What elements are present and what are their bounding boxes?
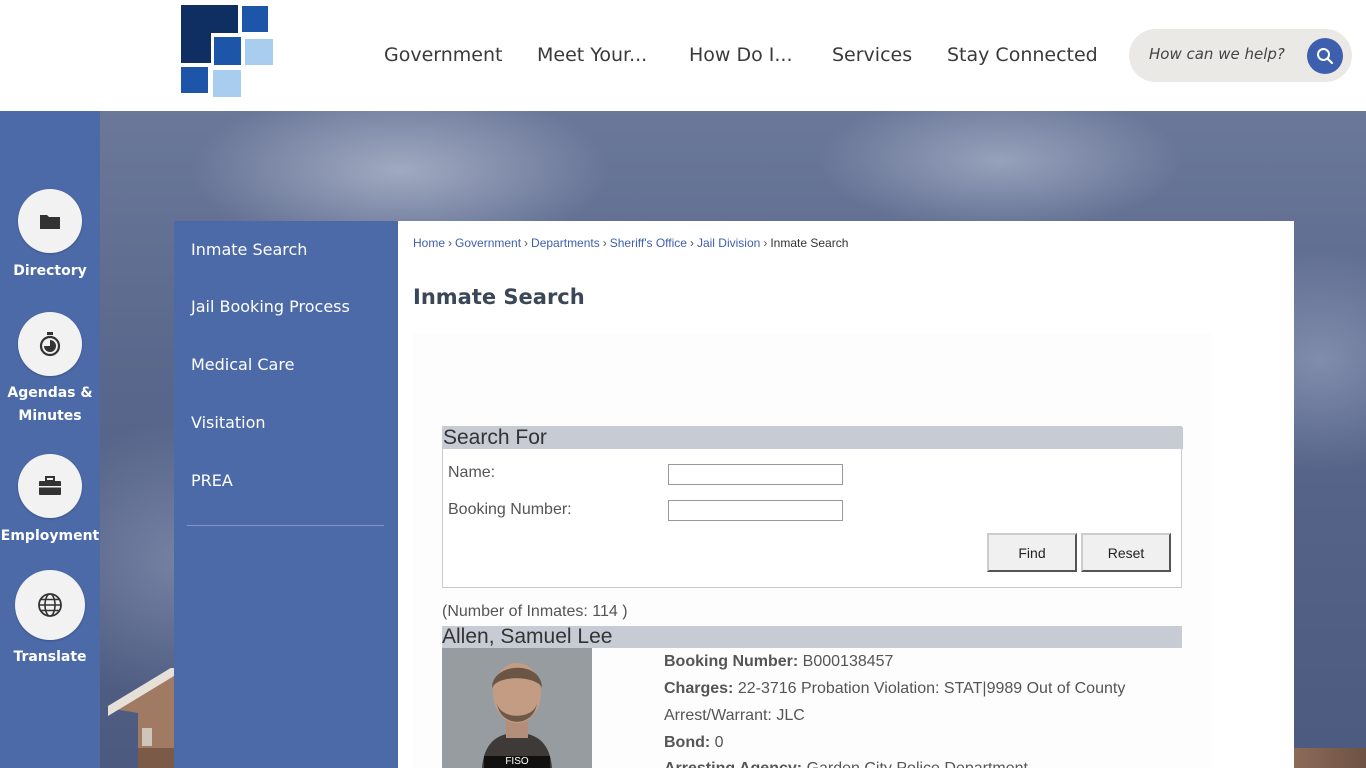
name-label: Name:	[448, 464, 496, 481]
breadcrumb-separator: ›	[602, 236, 607, 250]
quick-link-label: Translate	[13, 649, 87, 665]
nav-government[interactable]: Government	[384, 44, 503, 66]
sidenav-item-prea[interactable]: PREA	[191, 471, 233, 490]
main-content: Home › Government › Departments › Sheriff's Of…	[398, 221, 1294, 768]
quick-link-circle	[15, 570, 85, 640]
name-field[interactable]	[668, 464, 843, 485]
logo-block	[181, 67, 208, 93]
booking-number-label: Booking Number:	[448, 501, 572, 518]
nav-services[interactable]: Services	[832, 44, 912, 66]
breadcrumb-departments[interactable]: Departments	[531, 236, 600, 250]
quick-link-label: Employment	[0, 528, 100, 544]
inmate-photo[interactable]: FISO	[442, 648, 592, 768]
building-image	[1294, 748, 1366, 768]
sidenav-item-inmate-search[interactable]: Inmate Search	[191, 240, 307, 259]
quick-link-circle	[18, 312, 82, 376]
section-sidenav: Inmate Search Jail Booking Process Medic…	[174, 221, 398, 768]
booking-number-field[interactable]	[668, 500, 843, 521]
bond-detail: Bond: 0	[664, 734, 724, 752]
search-panel-heading: Search For	[443, 427, 1183, 449]
logo-block	[211, 5, 238, 33]
inmate-name-heading[interactable]: Allen, Samuel Lee	[442, 626, 1182, 648]
sidenav-item-visitation[interactable]: Visitation	[191, 413, 266, 432]
logo-block	[242, 6, 268, 32]
breadcrumb-government[interactable]: Government	[455, 236, 521, 250]
breadcrumb-home[interactable]: Home	[413, 236, 445, 250]
quick-link-circle	[18, 189, 82, 253]
quick-link-directory[interactable]: Directory	[0, 189, 100, 289]
quick-link-label: Minutes	[18, 408, 82, 424]
site-logo[interactable]	[181, 5, 273, 97]
detail-label: Charges:	[664, 680, 734, 697]
nav-how-do-i[interactable]: How Do I...	[689, 44, 793, 66]
site-search	[1129, 29, 1352, 82]
breadcrumb-sheriffs-office[interactable]: Sheriff's Office	[610, 236, 687, 250]
arresting-agency-detail: Arresting Agency: Garden City Police Dep…	[664, 760, 1028, 768]
search-icon	[1317, 48, 1334, 65]
breadcrumb-separator: ›	[524, 236, 529, 250]
search-panel: Search For Name: Booking Number: Find Re…	[442, 426, 1183, 588]
quick-link-label: Directory	[13, 263, 87, 279]
breadcrumb-separator: ›	[689, 236, 694, 250]
find-button[interactable]: Find	[987, 533, 1077, 572]
breadcrumb-current: Inmate Search	[770, 236, 849, 250]
site-header: Government Meet Your... How Do I... Serv…	[0, 0, 1366, 111]
photo-caption: FISO	[505, 756, 529, 767]
breadcrumb: Home › Government › Departments › Sheriff's Of…	[413, 236, 848, 250]
logo-block	[245, 39, 273, 65]
quick-link-circle	[18, 454, 82, 518]
detail-label: Bond:	[664, 734, 711, 751]
logo-block	[213, 70, 241, 97]
inmate-count: (Number of Inmates: 114 )	[442, 603, 628, 620]
quick-link-translate[interactable]: Translate	[0, 570, 100, 670]
page-title: Inmate Search	[413, 285, 585, 309]
globe-icon	[38, 593, 62, 617]
quick-link-agendas-minutes[interactable]: Agendas & Minutes	[0, 312, 100, 432]
building-image	[108, 668, 174, 768]
detail-value: Garden City Police Department	[807, 760, 1028, 768]
logo-block	[181, 5, 211, 63]
detail-value: B000138457	[802, 653, 894, 670]
quick-link-label: Agendas &	[7, 385, 93, 401]
logo-block	[214, 37, 241, 65]
sidenav-divider	[187, 525, 384, 526]
charges-detail: Charges: 22-3716 Probation Violation: ST…	[664, 680, 1125, 698]
booking-number-detail: Booking Number: B000138457	[664, 653, 893, 671]
mugshot-image	[442, 648, 592, 768]
quick-links-bar: Directory Agendas & Minutes Employment T…	[0, 111, 100, 768]
breadcrumb-jail-division[interactable]: Jail Division	[697, 236, 760, 250]
sidenav-item-medical-care[interactable]: Medical Care	[191, 355, 294, 374]
nav-stay-connected[interactable]: Stay Connected	[947, 44, 1098, 66]
search-input[interactable]	[1149, 45, 1319, 63]
detail-value: 0	[714, 734, 724, 751]
detail-label: Booking Number:	[664, 653, 799, 670]
detail-value: 22-3716 Probation Violation: STAT|9989 O…	[737, 680, 1126, 697]
nav-meet-your[interactable]: Meet Your...	[537, 44, 647, 66]
sidenav-item-jail-booking-process[interactable]: Jail Booking Process	[191, 297, 350, 316]
folder-icon	[40, 215, 60, 229]
breadcrumb-separator: ›	[763, 236, 768, 250]
charges-detail-continued: Arrest/Warrant: JLC	[664, 707, 805, 724]
detail-label: Arresting Agency:	[664, 760, 802, 768]
search-button[interactable]	[1307, 38, 1343, 74]
quick-link-employment[interactable]: Employment	[0, 454, 100, 554]
breadcrumb-separator: ›	[448, 236, 453, 250]
briefcase-icon	[39, 476, 61, 495]
stopwatch-icon	[39, 332, 61, 357]
reset-button[interactable]: Reset	[1081, 533, 1171, 572]
